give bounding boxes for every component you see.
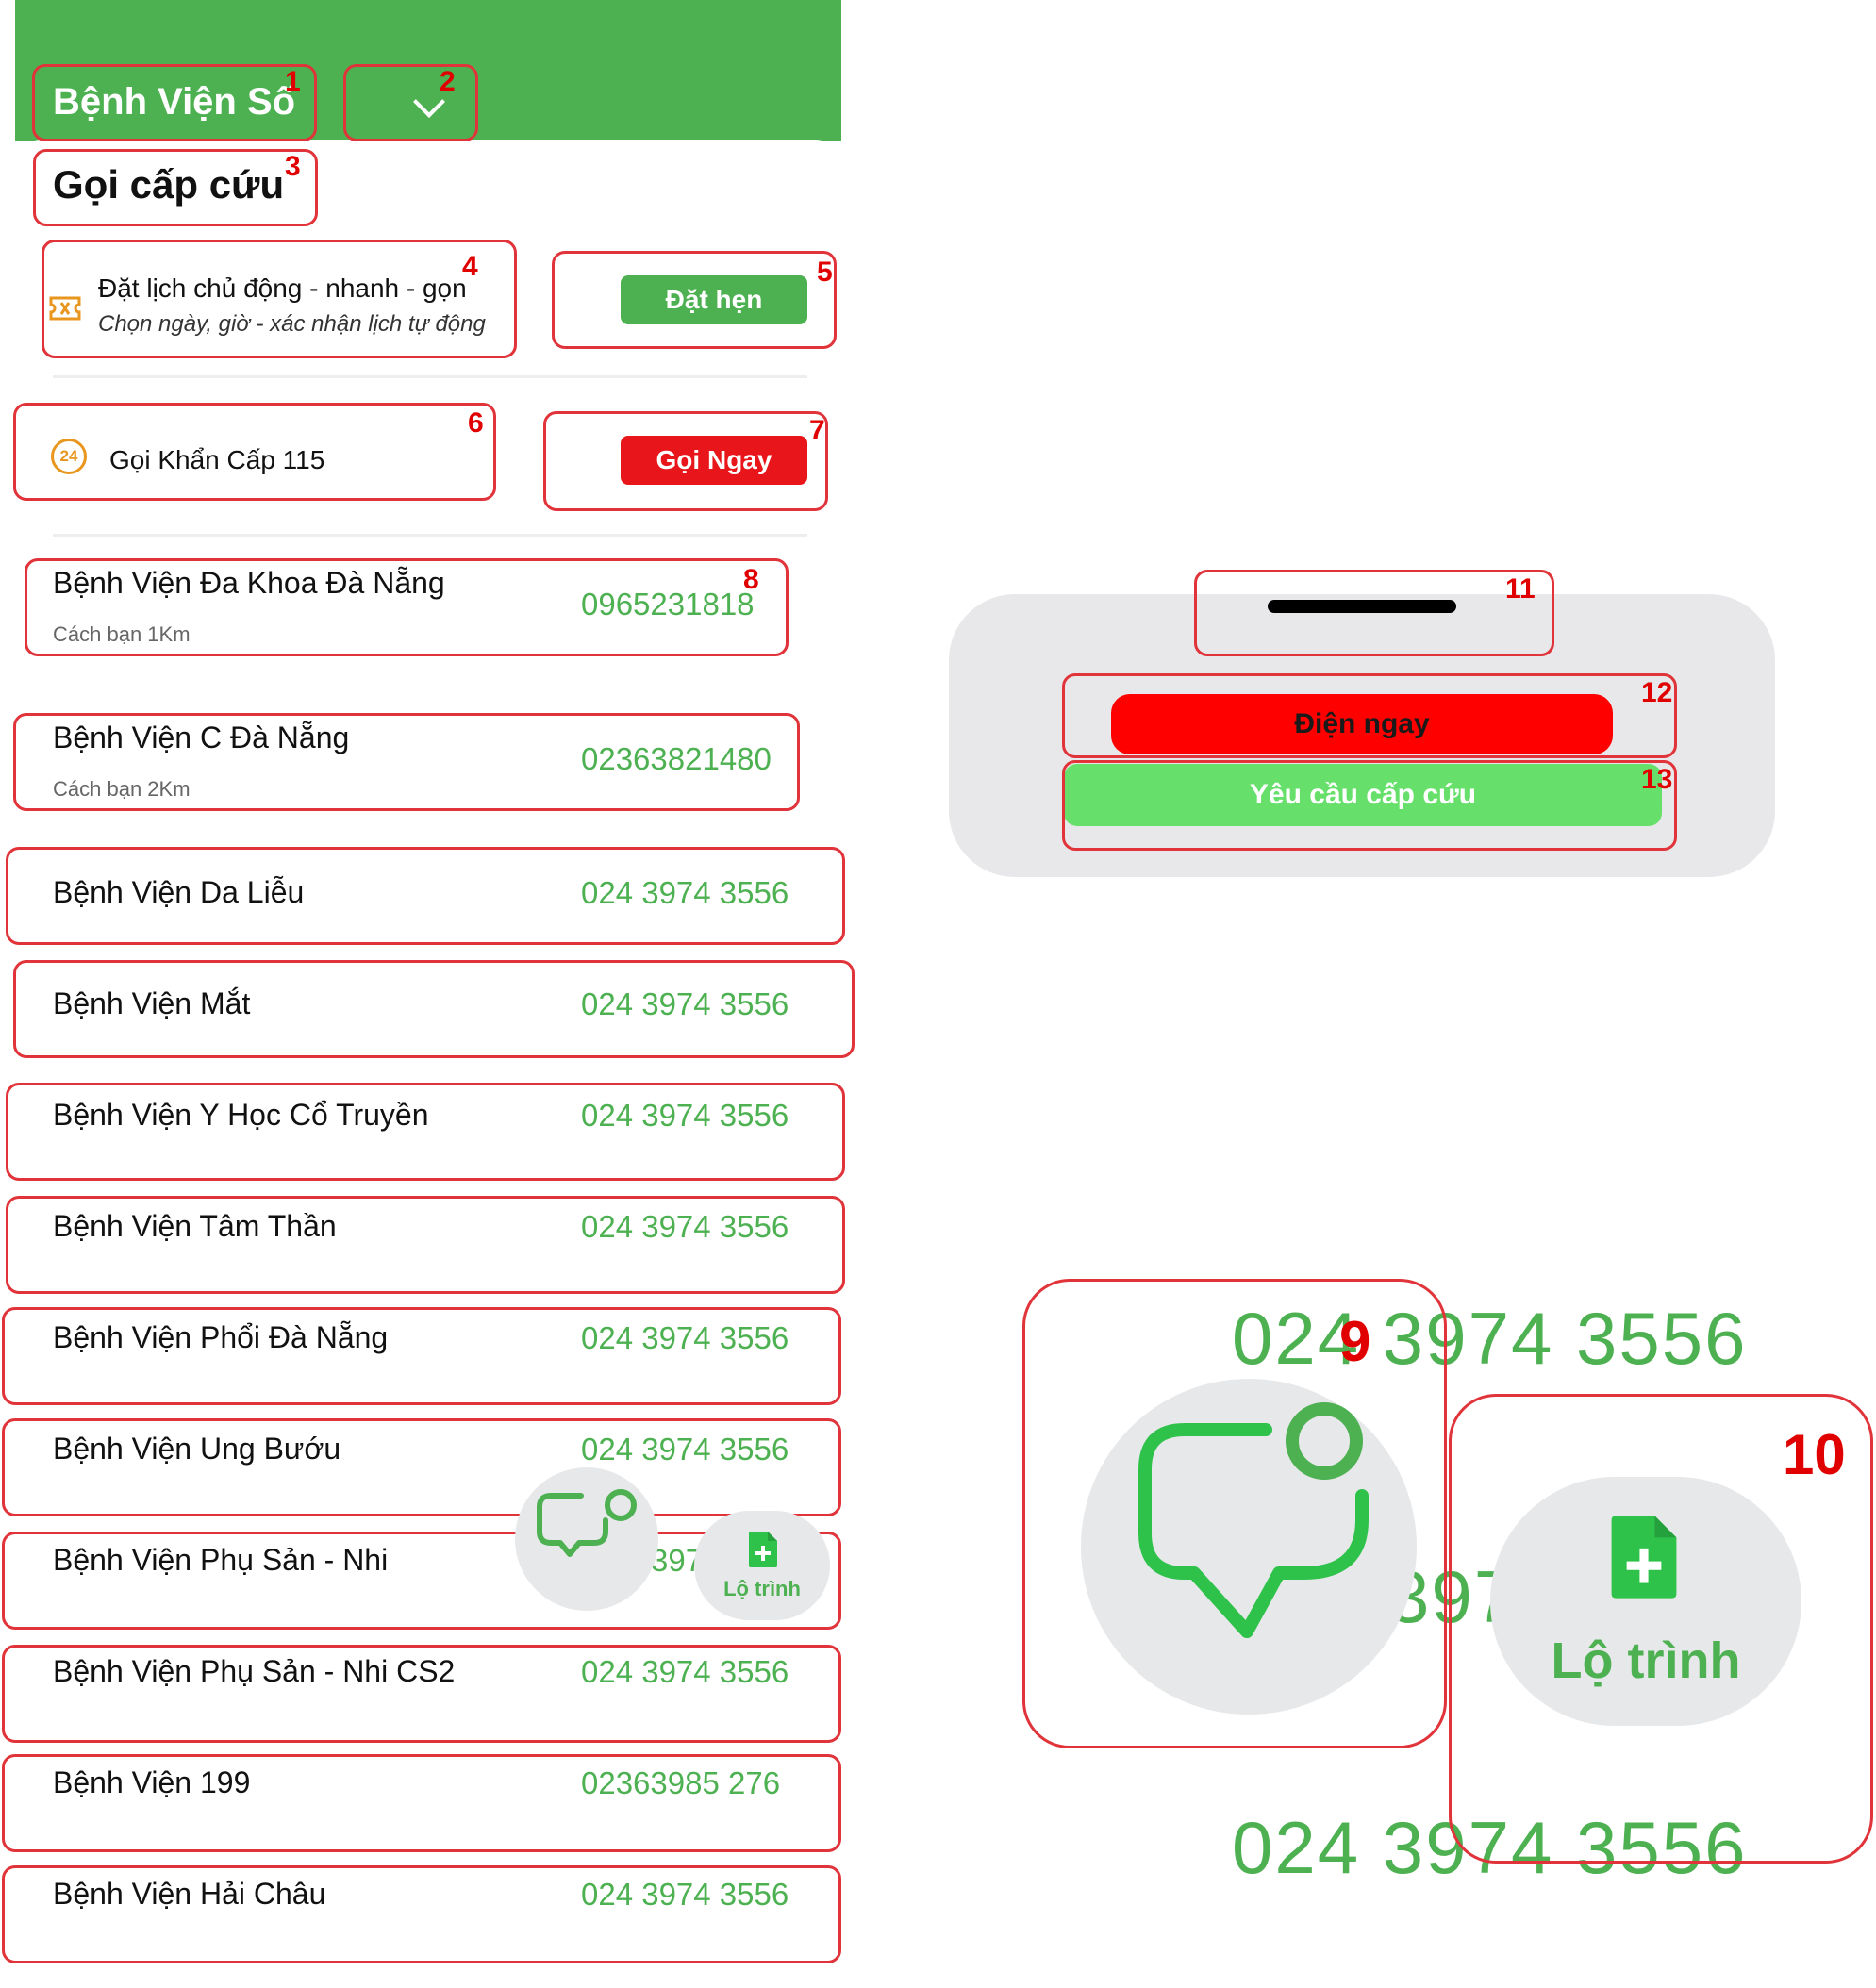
marker-1: 1	[285, 66, 301, 97]
chat-fab-zoom-highlight[interactable]	[1022, 1279, 1447, 1748]
hospital-row[interactable]	[6, 847, 845, 945]
hospital-row[interactable]	[2, 1645, 841, 1743]
hospital-row[interactable]	[6, 1196, 845, 1294]
hospital-row[interactable]	[13, 960, 855, 1058]
marker-7: 7	[809, 415, 825, 446]
call-now-sheet-highlight[interactable]	[1062, 673, 1677, 758]
marker-5: 5	[817, 257, 833, 288]
hospital-row[interactable]	[2, 1418, 841, 1516]
marker-8: 8	[743, 564, 759, 595]
hospital-row[interactable]	[2, 1307, 841, 1405]
section-title-highlight	[33, 149, 318, 226]
marker-9: 9	[1339, 1310, 1371, 1373]
app-title-highlight[interactable]	[32, 64, 317, 141]
hospital-row[interactable]	[13, 713, 800, 811]
marker-10: 10	[1783, 1423, 1846, 1486]
emergency-row[interactable]	[13, 403, 496, 501]
divider	[53, 534, 807, 537]
chat-icon	[537, 1489, 637, 1557]
marker-11: 11	[1505, 573, 1536, 605]
marker-13: 13	[1641, 764, 1673, 795]
route-fab[interactable]: Lộ trình	[694, 1511, 830, 1620]
document-plus-icon	[749, 1532, 777, 1567]
divider	[53, 375, 807, 378]
request-emergency-highlight[interactable]	[1062, 760, 1677, 851]
call-now-highlight[interactable]	[543, 411, 828, 511]
hospital-row[interactable]	[2, 1754, 841, 1852]
hospital-row[interactable]	[25, 558, 789, 656]
drag-handle-highlight[interactable]	[1194, 570, 1554, 656]
chat-fab[interactable]	[515, 1467, 658, 1611]
marker-6: 6	[468, 407, 484, 439]
appointment-row[interactable]	[42, 240, 517, 358]
route-label: Lộ trình	[723, 1577, 801, 1600]
book-appointment-highlight[interactable]	[552, 251, 837, 349]
marker-2: 2	[440, 66, 456, 97]
marker-4: 4	[462, 251, 478, 282]
dropdown-button[interactable]	[343, 64, 478, 141]
marker-3: 3	[285, 151, 301, 182]
hospital-row[interactable]	[6, 1083, 845, 1181]
hospital-row[interactable]	[2, 1865, 841, 1963]
marker-12: 12	[1641, 677, 1673, 708]
